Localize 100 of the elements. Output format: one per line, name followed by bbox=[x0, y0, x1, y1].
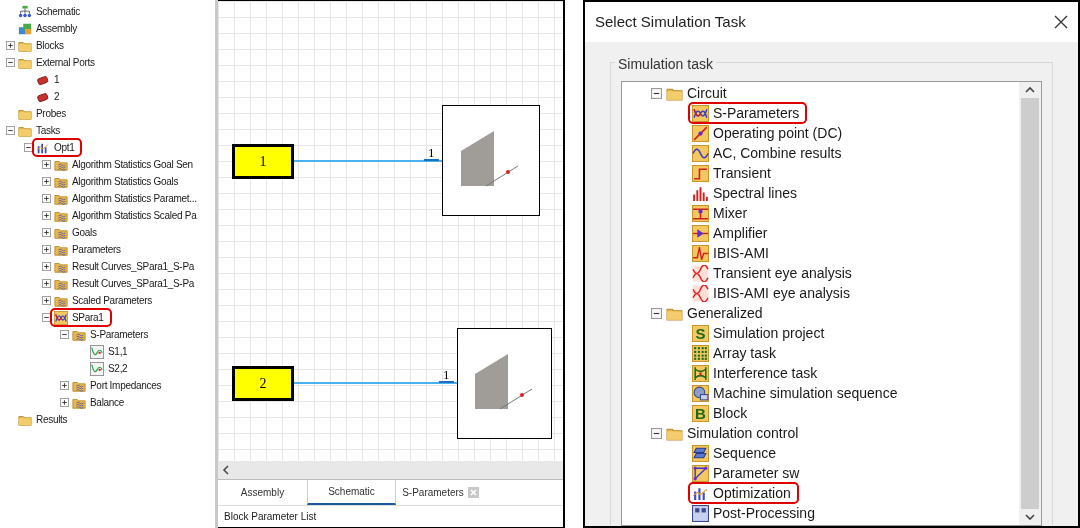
collapse-icon[interactable] bbox=[650, 307, 662, 319]
expand-icon[interactable] bbox=[41, 194, 51, 203]
scrollbar-thumb[interactable] bbox=[1021, 98, 1039, 509]
tree-item[interactable]: Algorithm Statistics Scaled Pa bbox=[72, 208, 197, 223]
cubes-icon bbox=[18, 21, 32, 36]
tree-item[interactable]: S-Parameters bbox=[713, 102, 800, 124]
spectrum-icon bbox=[692, 184, 709, 202]
tree-item[interactable]: Array task bbox=[713, 342, 776, 364]
tree-item[interactable]: Parameters bbox=[72, 242, 121, 257]
tree-item[interactable]: Blocks bbox=[36, 38, 64, 53]
tree-item[interactable]: Results bbox=[36, 412, 68, 427]
tree-item[interactable]: S-Parameters bbox=[90, 327, 149, 342]
tree-item[interactable]: Optimization bbox=[713, 482, 791, 504]
chevron-down-icon[interactable] bbox=[1025, 513, 1035, 521]
tree-item[interactable]: Mixer bbox=[713, 202, 748, 224]
tree-item[interactable]: Transient bbox=[713, 162, 771, 184]
tree-item[interactable]: Spectral lines bbox=[713, 182, 798, 204]
expand-icon[interactable] bbox=[41, 211, 51, 220]
pin-label: 1 bbox=[439, 368, 454, 383]
component-block[interactable] bbox=[442, 105, 540, 216]
status-text: Block Parameter List bbox=[224, 510, 317, 524]
tree-item[interactable]: Parameter sw bbox=[713, 462, 800, 484]
close-icon[interactable] bbox=[1054, 15, 1068, 29]
expand-icon[interactable] bbox=[41, 279, 51, 288]
collapse-icon[interactable] bbox=[41, 313, 51, 322]
tree-item[interactable]: Schematic bbox=[36, 4, 80, 19]
tree-item[interactable]: SPara1 bbox=[72, 310, 104, 325]
collapse-icon[interactable] bbox=[23, 143, 33, 152]
vertical-scrollbar[interactable] bbox=[1019, 82, 1041, 525]
tree-item[interactable]: Operating point (DC) bbox=[713, 122, 843, 144]
hierarchy-icon bbox=[18, 4, 32, 19]
mixer-icon bbox=[692, 204, 709, 222]
tree-item[interactable]: S1,1 bbox=[108, 344, 128, 359]
collapse-icon[interactable] bbox=[650, 427, 662, 439]
tree-item[interactable]: AC, Combine results bbox=[713, 142, 842, 164]
line-chart-icon bbox=[90, 344, 104, 359]
tree-item[interactable]: Port Impedances bbox=[90, 378, 162, 393]
letter-icon: B bbox=[692, 404, 709, 422]
tree-item[interactable]: S2,2 bbox=[108, 361, 128, 376]
step-icon bbox=[692, 164, 709, 182]
tree-item[interactable]: Balance bbox=[90, 395, 125, 410]
tree-item[interactable]: Opt1 bbox=[54, 140, 75, 155]
port-block[interactable]: 1 bbox=[232, 144, 294, 179]
collapse-icon[interactable] bbox=[5, 126, 15, 135]
tree-item[interactable]: Scaled Parameters bbox=[72, 293, 152, 308]
tree-item[interactable]: External Ports bbox=[36, 55, 95, 70]
tree-item[interactable]: Simulation project bbox=[713, 322, 825, 344]
expand-icon[interactable] bbox=[59, 381, 69, 390]
tree-item[interactable]: Algorithm Statistics Paramet... bbox=[72, 191, 197, 206]
tree-item[interactable]: Algorithm Statistics Goals bbox=[72, 174, 179, 189]
dc-point-icon bbox=[692, 124, 709, 142]
expand-icon[interactable] bbox=[41, 177, 51, 186]
pulse-icon bbox=[692, 244, 709, 262]
dialog-title: Select Simulation Task bbox=[595, 11, 746, 32]
collapse-icon[interactable] bbox=[5, 58, 15, 67]
tree-item[interactable]: Machine simulation sequence bbox=[713, 382, 898, 404]
tree-item[interactable]: 2 bbox=[54, 89, 60, 104]
port-block[interactable]: 2 bbox=[232, 366, 294, 401]
tree-item[interactable]: Post-Processing bbox=[713, 502, 815, 524]
tree-item[interactable]: 1 bbox=[54, 72, 60, 87]
expand-icon[interactable] bbox=[41, 160, 51, 169]
tree-item[interactable]: Sequence bbox=[713, 442, 777, 464]
letter-icon: S bbox=[692, 324, 709, 342]
tree-item[interactable]: Result Curves_SPara1_S-Pa bbox=[72, 259, 194, 274]
tree-item[interactable]: Amplifier bbox=[713, 222, 768, 244]
tree-item[interactable]: Generalized bbox=[687, 302, 763, 324]
chevron-up-icon[interactable] bbox=[1025, 86, 1035, 94]
curves-icon bbox=[692, 104, 709, 122]
tree-item[interactable]: Interference task bbox=[713, 362, 818, 384]
expand-icon[interactable] bbox=[41, 245, 51, 254]
tree-item[interactable]: Block bbox=[713, 402, 748, 424]
eye-diagram-icon bbox=[692, 284, 709, 302]
collapse-icon[interactable] bbox=[59, 330, 69, 339]
grid-dots-icon bbox=[692, 344, 709, 362]
horizontal-scrollbar[interactable] bbox=[218, 461, 563, 479]
tree-item[interactable]: Goals bbox=[72, 225, 97, 240]
tab[interactable]: S-Parameters bbox=[396, 480, 485, 505]
component-block[interactable] bbox=[457, 328, 552, 439]
tree-item[interactable]: IBIS-AMI eye analysis bbox=[713, 282, 850, 304]
eye-diagram-icon bbox=[692, 264, 709, 282]
tab[interactable]: Assembly bbox=[218, 480, 307, 505]
tree-item[interactable]: Tasks bbox=[36, 123, 61, 138]
expand-icon[interactable] bbox=[41, 262, 51, 271]
tree-item[interactable]: Circuit bbox=[687, 82, 727, 104]
expand-icon[interactable] bbox=[5, 41, 15, 50]
tree-item[interactable]: IBIS-AMI bbox=[713, 242, 769, 264]
tree-item[interactable]: Algorithm Statistics Goal Sen bbox=[72, 157, 193, 172]
pin-label: 1 bbox=[424, 146, 439, 161]
tree-item[interactable]: Probes bbox=[36, 106, 66, 121]
expand-icon[interactable] bbox=[41, 296, 51, 305]
tree-item[interactable]: Simulation control bbox=[687, 422, 799, 444]
grid-icon bbox=[692, 504, 709, 522]
line-chart-icon bbox=[90, 361, 104, 376]
tree-item[interactable]: Result Curves_SPara1_S-Pa bbox=[72, 276, 194, 291]
expand-icon[interactable] bbox=[41, 228, 51, 237]
tree-item[interactable]: Transient eye analysis bbox=[713, 262, 852, 284]
chevron-left-icon[interactable] bbox=[222, 465, 230, 475]
collapse-icon[interactable] bbox=[650, 87, 662, 99]
tree-item[interactable]: Assembly bbox=[36, 21, 77, 36]
expand-icon[interactable] bbox=[59, 398, 69, 407]
